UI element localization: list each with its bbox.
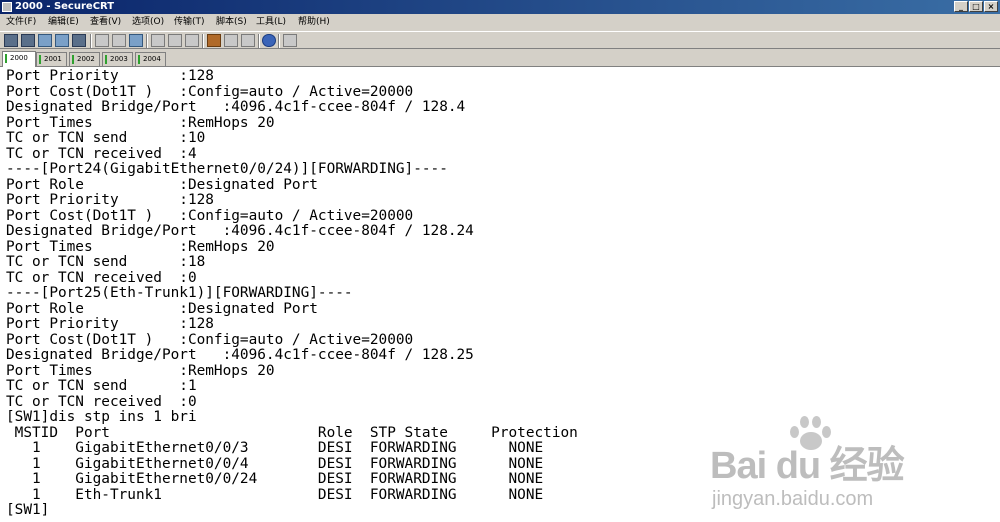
- tab-2001[interactable]: 2001: [36, 52, 67, 66]
- menu-script[interactable]: 脚本(S): [216, 14, 247, 30]
- tab-2004[interactable]: 2004: [135, 52, 166, 66]
- print-setup-icon[interactable]: [168, 34, 182, 47]
- watermark-logo: Bai du 经验: [710, 445, 905, 487]
- terminal-line: Port Priority :128: [6, 316, 214, 332]
- toolbar: [0, 31, 1000, 49]
- disconnect-icon[interactable]: [72, 34, 86, 47]
- key-map-icon[interactable]: [241, 34, 255, 47]
- menu-edit[interactable]: 编辑(E): [48, 14, 79, 30]
- terminal-line: TC or TCN received :0: [6, 270, 197, 286]
- app-icon: [2, 2, 12, 12]
- quick-connect-icon[interactable]: [21, 34, 35, 47]
- menu-tools[interactable]: 工具(L): [256, 14, 286, 30]
- window-controls: _ □ ×: [954, 1, 998, 12]
- terminal-prompt: [SW1]: [6, 502, 50, 518]
- toolbar-separator: [146, 34, 148, 48]
- find-icon[interactable]: [129, 34, 143, 47]
- menu-bar: 文件(F) 编辑(E) 查看(V) 选项(O) 传输(T) 脚本(S) 工具(L…: [0, 14, 1000, 30]
- maximize-button[interactable]: □: [969, 1, 983, 12]
- paste-icon[interactable]: [112, 34, 126, 47]
- copy-icon[interactable]: [95, 34, 109, 47]
- print-icon[interactable]: [151, 34, 165, 47]
- terminal-line: Port Cost(Dot1T ) :Config=auto / Active=…: [6, 84, 414, 100]
- terminal-line: Port Priority :128: [6, 68, 214, 84]
- terminal-line: TC or TCN send :10: [6, 130, 206, 146]
- close-button[interactable]: ×: [984, 1, 998, 12]
- tab-2003[interactable]: 2003: [102, 52, 133, 66]
- connect-tab-icon[interactable]: [38, 34, 52, 47]
- terminal-line: Port Times :RemHops 20: [6, 239, 275, 255]
- terminal-line: 1 GigabitEthernet0/0/3 DESI FORWARDING N…: [6, 440, 544, 456]
- minimize-button[interactable]: _: [954, 1, 968, 12]
- terminal-line: Port Cost(Dot1T ) :Config=auto / Active=…: [6, 332, 414, 348]
- terminal-line: Port Role :Designated Port: [6, 177, 318, 193]
- baidu-jingyan-watermark: Bai du 经验 jingyan.baidu.com: [710, 412, 950, 512]
- terminal-line: Port Role :Designated Port: [6, 301, 318, 317]
- keypad-icon[interactable]: [283, 34, 297, 47]
- tab-2002[interactable]: 2002: [69, 52, 100, 66]
- terminal-line: Port Times :RemHops 20: [6, 363, 275, 379]
- terminal-line: ----[Port24(GigabitEthernet0/0/24)][FORW…: [6, 161, 448, 177]
- terminal-line: Port Times :RemHops 20: [6, 115, 275, 131]
- terminal-line: [SW1]dis stp ins 1 bri: [6, 409, 197, 425]
- terminal-line: 1 GigabitEthernet0/0/24 DESI FORWARDING …: [6, 471, 544, 487]
- tab-2000[interactable]: 2000: [2, 51, 36, 67]
- terminal-line: TC or TCN received :0: [6, 394, 197, 410]
- terminal-line: 1 GigabitEthernet0/0/4 DESI FORWARDING N…: [6, 456, 544, 472]
- terminal-line: Designated Bridge/Port :4096.4c1f-ccee-8…: [6, 99, 466, 115]
- toolbar-separator: [278, 34, 280, 48]
- toolbar-separator: [258, 34, 260, 48]
- terminal-line: ----[Port25(Eth-Trunk1)][FORWARDING]----: [6, 285, 353, 301]
- menu-view[interactable]: 查看(V): [90, 14, 121, 30]
- menu-transfer[interactable]: 传输(T): [174, 14, 205, 30]
- reconnect-icon[interactable]: [55, 34, 69, 47]
- window-title: 2000 - SecureCRT: [15, 1, 115, 12]
- terminal-output[interactable]: Port Priority :128 Port Cost(Dot1T ) :Co…: [0, 67, 1000, 522]
- connect-icon[interactable]: [4, 34, 18, 47]
- terminal-line: MSTID Port Role STP State Protection: [6, 425, 578, 441]
- terminal-line: TC or TCN received :4: [6, 146, 197, 162]
- terminal-line: Port Priority :128: [6, 192, 214, 208]
- menu-options[interactable]: 选项(O): [132, 14, 164, 30]
- toolbar-separator: [202, 34, 204, 48]
- title-bar: 2000 - SecureCRT _ □ ×: [0, 0, 1000, 14]
- help-icon[interactable]: [262, 34, 276, 47]
- toolbar-separator: [90, 34, 92, 48]
- session-options-icon[interactable]: [207, 34, 221, 47]
- menu-file[interactable]: 文件(F): [6, 14, 36, 30]
- watermark-url: jingyan.baidu.com: [712, 488, 874, 510]
- terminal-line: 1 Eth-Trunk1 DESI FORWARDING NONE: [6, 487, 544, 503]
- print-selection-icon[interactable]: [185, 34, 199, 47]
- terminal-line: TC or TCN send :18: [6, 254, 206, 270]
- terminal-line: Designated Bridge/Port :4096.4c1f-ccee-8…: [6, 223, 474, 239]
- menu-help[interactable]: 帮助(H): [298, 14, 330, 30]
- global-options-icon[interactable]: [224, 34, 238, 47]
- terminal-line: Port Cost(Dot1T ) :Config=auto / Active=…: [6, 208, 414, 224]
- session-tab-bar: 2000 2001 2002 2003 2004: [0, 50, 1000, 67]
- terminal-line: Designated Bridge/Port :4096.4c1f-ccee-8…: [6, 347, 474, 363]
- terminal-line: TC or TCN send :1: [6, 378, 197, 394]
